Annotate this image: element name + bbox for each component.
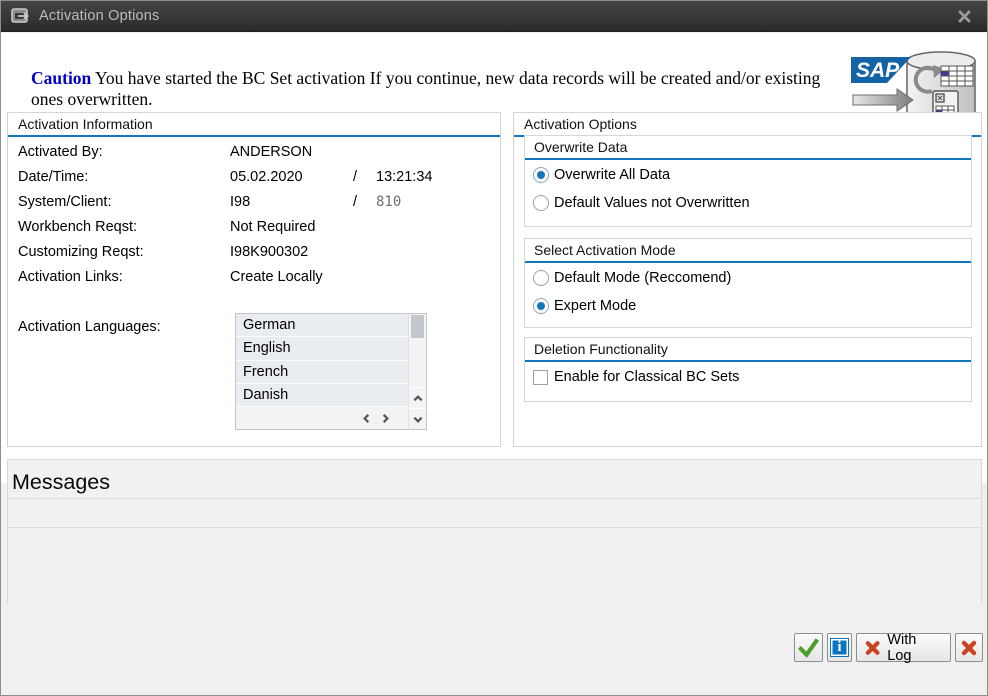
- scrollbar-thumb[interactable]: [411, 315, 424, 338]
- language-list-item[interactable]: English: [236, 337, 408, 360]
- dialog-icon: [11, 8, 31, 24]
- activation-options-dialog: Activation Options Caution You have star…: [0, 0, 988, 696]
- field-separator: /: [353, 165, 357, 190]
- caution-text: You have started the BC Set activation I…: [31, 68, 820, 109]
- message-row: [8, 499, 981, 528]
- activation-mode-group: Select Activation Mode Default Mode (Rec…: [524, 238, 972, 328]
- footer-bar: i With Log: [1, 605, 987, 695]
- radio-default-values-not-overwritten[interactable]: Default Values not Overwritten: [525, 190, 971, 216]
- language-list-item[interactable]: French: [236, 361, 408, 384]
- scroll-down-button[interactable]: [409, 408, 426, 429]
- radio-overwrite-all-data[interactable]: Overwrite All Data: [525, 162, 971, 188]
- scroll-up-button[interactable]: [409, 387, 426, 408]
- language-list-item[interactable]: German: [236, 314, 408, 337]
- language-list-item[interactable]: Danish: [236, 384, 408, 407]
- window-title: Activation Options: [39, 8, 159, 24]
- field-label: Activated By:: [18, 140, 103, 165]
- field-separator: /: [353, 190, 357, 215]
- cancel-button[interactable]: [955, 633, 983, 662]
- group-title: Overwrite Data: [525, 136, 971, 160]
- chevron-left-icon: [361, 413, 372, 424]
- radio-label: Overwrite All Data: [554, 167, 670, 183]
- activation-options-panel: Activation Options Overwrite Data Overwr…: [513, 112, 982, 447]
- with-log-label: With Log: [887, 632, 942, 664]
- information-button[interactable]: i: [827, 633, 852, 662]
- caution-word: Caution: [31, 68, 91, 88]
- scroll-left-button[interactable]: [358, 410, 375, 427]
- field-value: I98K900302: [230, 240, 308, 265]
- messages-title: Messages: [8, 460, 981, 499]
- cancel-x-icon: [961, 640, 977, 656]
- vertical-scrollbar[interactable]: [408, 314, 426, 429]
- checkbox-icon[interactable]: [533, 370, 548, 385]
- caution-message: Caution You have started the BC Set acti…: [31, 68, 831, 110]
- activation-options-title: Activation Options: [514, 113, 981, 137]
- table-icon: [941, 66, 973, 86]
- info-row-activated-by: Activated By: ANDERSON: [8, 140, 500, 165]
- overwrite-data-group: Overwrite Data Overwrite All Data Defaul…: [524, 135, 972, 227]
- group-title: Deletion Functionality: [525, 338, 971, 362]
- radio-default-mode[interactable]: Default Mode (Reccomend): [525, 265, 971, 291]
- info-row-customizing-reqst: Customizing Reqst: I98K900302: [8, 240, 500, 265]
- info-row-activation-links: Activation Links: Create Locally: [8, 265, 500, 290]
- field-value-2: 810: [376, 190, 401, 215]
- close-icon: [957, 9, 972, 24]
- radio-label: Default Values not Overwritten: [554, 195, 750, 211]
- close-button[interactable]: [951, 3, 977, 29]
- cancel-x-icon: [865, 640, 880, 656]
- svg-text:SAP: SAP: [856, 59, 900, 82]
- scroll-right-button[interactable]: [377, 410, 394, 427]
- cancel-with-log-button[interactable]: With Log: [856, 633, 951, 662]
- chevron-right-icon: [380, 413, 391, 424]
- info-icon: i: [830, 638, 849, 657]
- deletion-functionality-group: Deletion Functionality Enable for Classi…: [524, 337, 972, 402]
- radio-icon[interactable]: [533, 298, 549, 314]
- radio-icon[interactable]: [533, 167, 549, 183]
- info-row-workbench-reqst: Workbench Reqst: Not Required: [8, 215, 500, 240]
- info-row-system-client: System/Client: I98 / 810: [8, 190, 500, 215]
- activation-languages-listbox[interactable]: German English French Danish: [235, 313, 427, 430]
- title-bar: Activation Options: [1, 1, 987, 32]
- checkbox-label: Enable for Classical BC Sets: [554, 369, 739, 385]
- field-label: System/Client:: [18, 190, 111, 215]
- field-value: Not Required: [230, 215, 315, 240]
- messages-panel: Messages: [7, 459, 982, 607]
- field-value: I98: [230, 190, 250, 215]
- field-label: Workbench Reqst:: [18, 215, 137, 240]
- field-value-2: 13:21:34: [376, 165, 432, 190]
- field-label: Customizing Reqst:: [18, 240, 144, 265]
- activation-information-panel: Activation Information Activated By: AND…: [7, 112, 501, 447]
- info-row-date-time: Date/Time: 05.02.2020 / 13:21:34: [8, 165, 500, 190]
- horizontal-scrollbar[interactable]: [236, 407, 408, 429]
- field-label: Activation Links:: [18, 265, 123, 290]
- radio-icon[interactable]: [533, 195, 549, 211]
- field-label: Activation Languages:: [18, 315, 161, 340]
- field-value: ANDERSON: [230, 140, 312, 165]
- field-value: 05.02.2020: [230, 165, 303, 190]
- activation-information-title: Activation Information: [8, 113, 500, 137]
- confirm-button[interactable]: [794, 633, 823, 662]
- field-value: Create Locally: [230, 265, 323, 290]
- radio-expert-mode[interactable]: Expert Mode: [525, 293, 971, 319]
- radio-label: Expert Mode: [554, 298, 636, 314]
- check-icon: [798, 638, 819, 658]
- radio-icon[interactable]: [533, 270, 549, 286]
- group-title: Select Activation Mode: [525, 239, 971, 263]
- chevron-up-icon: [412, 393, 424, 404]
- radio-label: Default Mode (Reccomend): [554, 270, 731, 286]
- field-label: Date/Time:: [18, 165, 88, 190]
- checkbox-enable-classical-bc-sets[interactable]: Enable for Classical BC Sets: [525, 364, 971, 390]
- sap-logo-icon: SAP: [851, 57, 911, 83]
- chevron-down-icon: [412, 414, 424, 425]
- scrollbar-track: [409, 338, 426, 387]
